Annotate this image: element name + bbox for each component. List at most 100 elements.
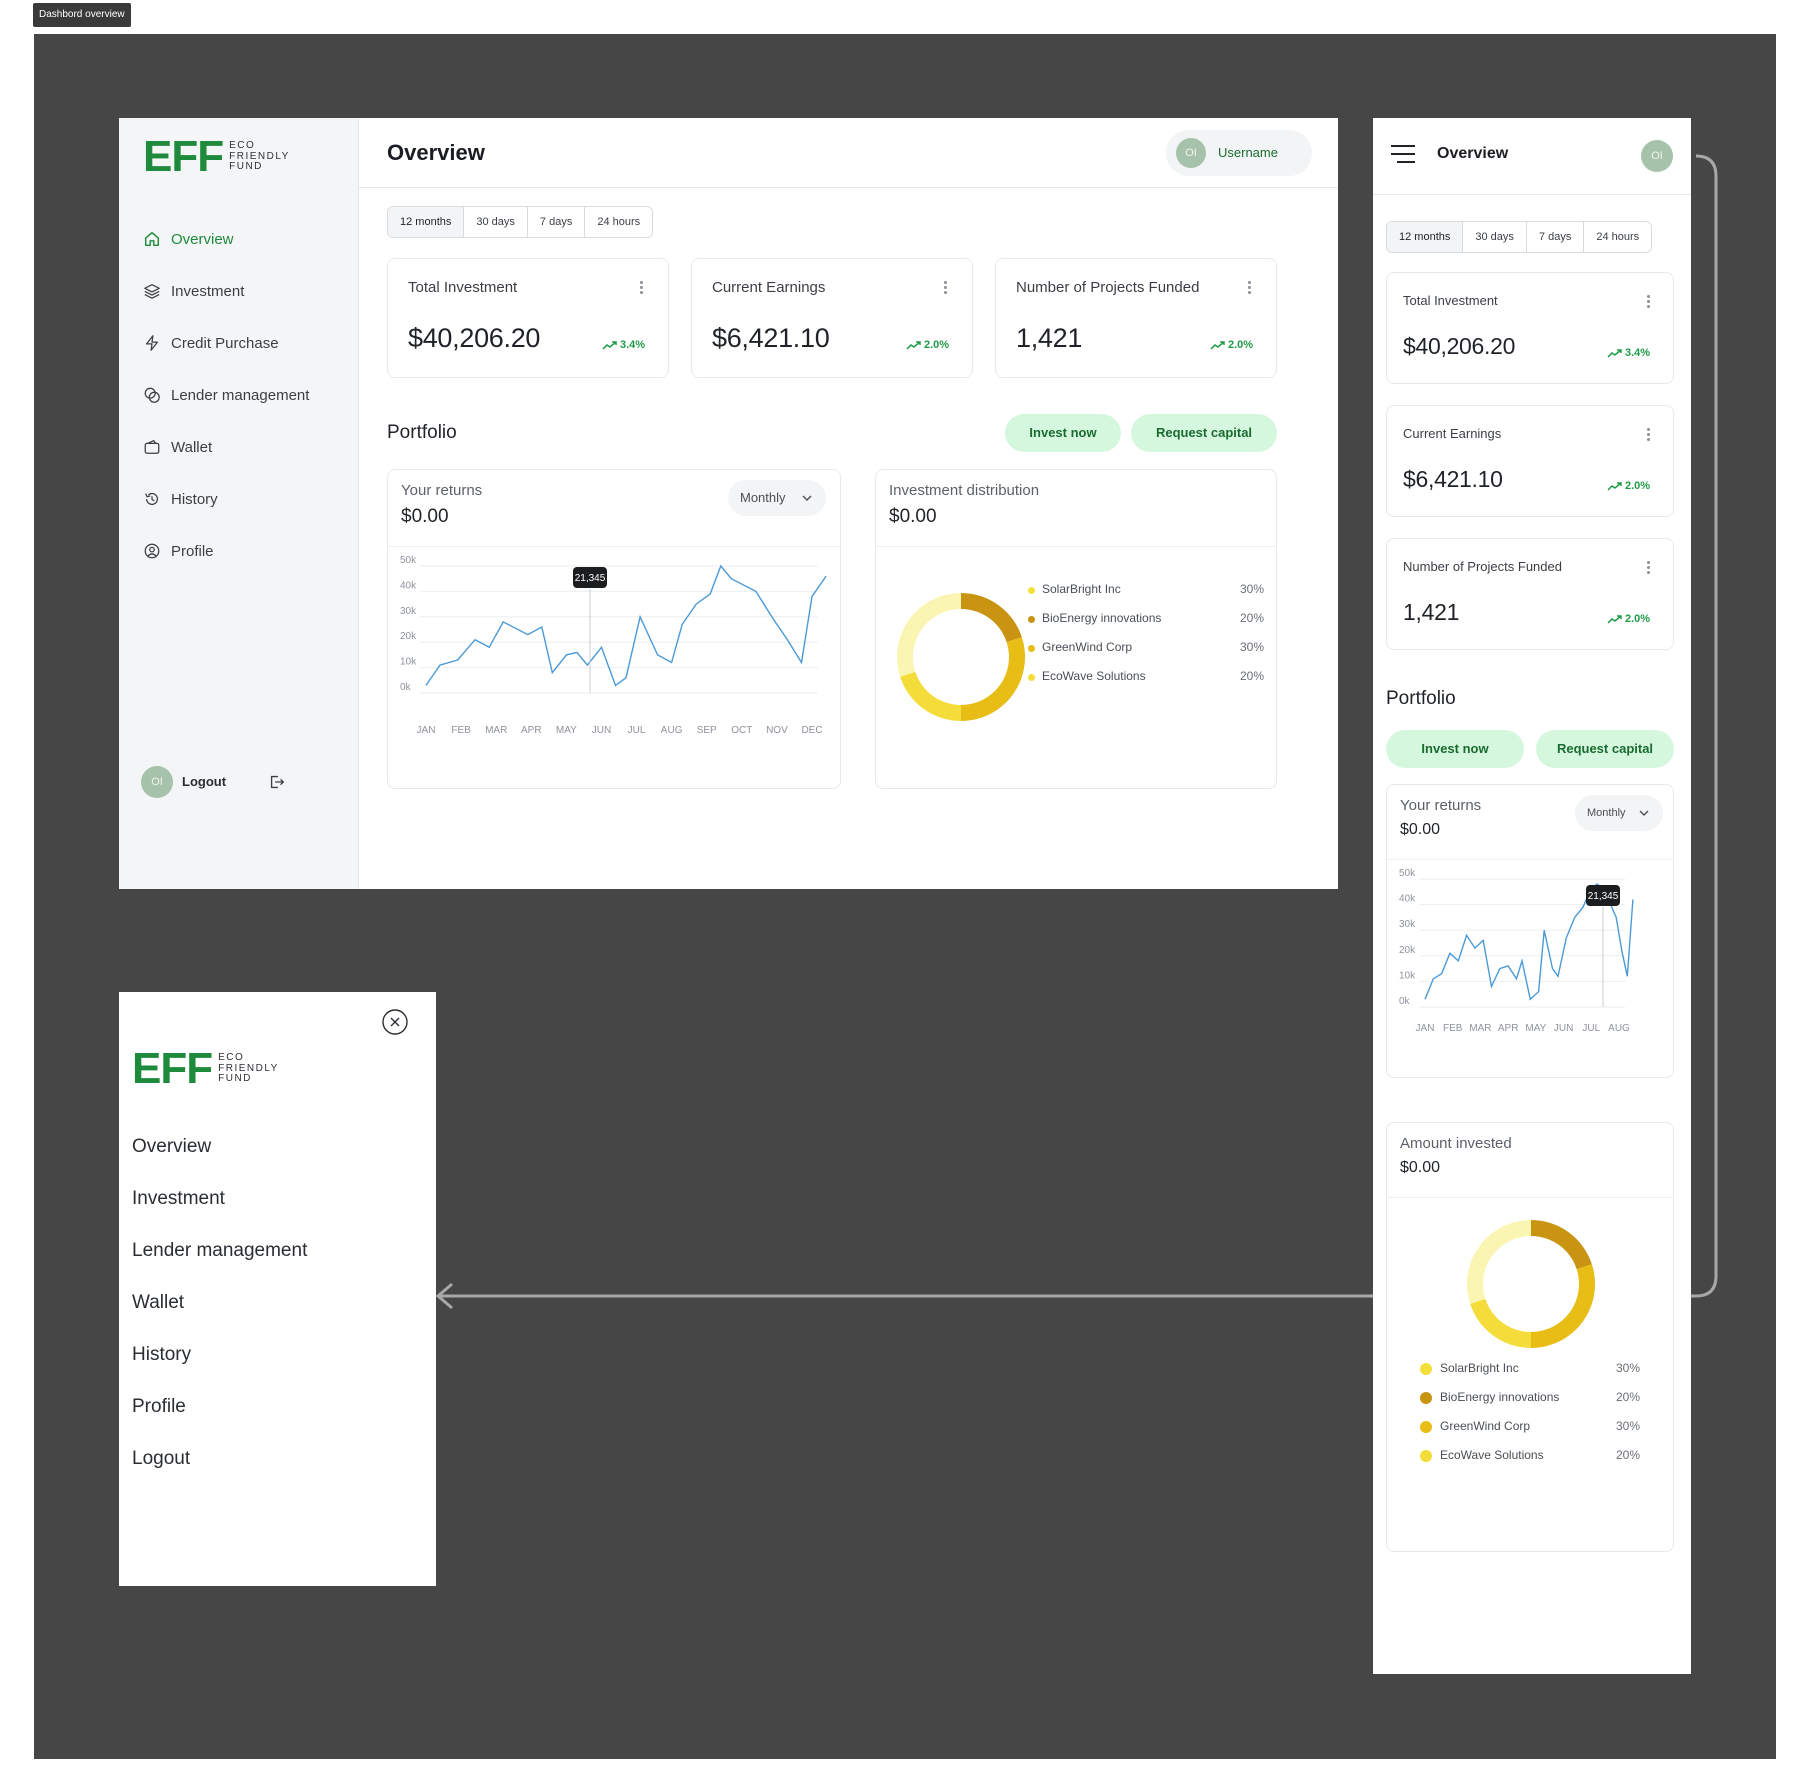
sidebar-item-credit-purchase[interactable]: Credit Purchase: [143, 328, 279, 358]
brand-logo[interactable]: EFF ECO FRIENDLY FUND: [132, 1044, 279, 1094]
y-tick-label: 10k: [400, 657, 417, 668]
mobile-nav-drawer: EFF ECO FRIENDLY FUND Overview Investment …: [119, 992, 436, 1586]
stat-value: 1,421: [1016, 323, 1083, 353]
y-tick-label: 0k: [1399, 996, 1411, 1007]
returns-line-chart: 0k 10k 20k 30k 40k 50k JAN FEB MAR APR MAY JUN JUL AU…: [1399, 868, 1634, 1034]
y-tick-label: 10k: [1399, 970, 1416, 981]
drawer-item-logout[interactable]: Logout: [132, 1448, 190, 1470]
tab-30-days[interactable]: 30 days: [464, 207, 528, 237]
legend-percent: 20%: [1240, 669, 1265, 683]
close-icon[interactable]: [381, 1008, 409, 1036]
trend-up-icon: [1210, 341, 1225, 350]
tab-24-hours[interactable]: 24 hours: [585, 207, 652, 237]
more-options-icon[interactable]: [1248, 281, 1252, 296]
legend-percent: 30%: [1616, 1419, 1641, 1433]
drawer-item-investment[interactable]: Investment: [132, 1188, 225, 1210]
logout-link[interactable]: Logout: [182, 774, 226, 789]
more-options-icon[interactable]: [944, 281, 948, 296]
sidebar-item-history[interactable]: History: [143, 484, 218, 514]
request-capital-button[interactable]: Request capital: [1536, 730, 1674, 768]
sidebar-item-investment[interactable]: Investment: [143, 276, 244, 306]
sidebar-item-label: Lender management: [171, 386, 310, 404]
legend-item: SolarBright Inc 30%: [1028, 582, 1268, 600]
drawer-item-profile[interactable]: Profile: [132, 1396, 186, 1418]
legend-percent: 20%: [1240, 611, 1265, 625]
user-menu[interactable]: OI Username: [1166, 130, 1312, 176]
sidebar-item-label: Overview: [171, 230, 234, 248]
x-tick-label: MAY: [1525, 1023, 1546, 1034]
drawer-item-lender-management[interactable]: Lender management: [132, 1240, 307, 1262]
stat-value: $6,421.10: [1403, 466, 1503, 492]
stat-card-current-earnings: Current Earnings $6,421.10 2.0%: [691, 258, 973, 378]
tab-7-days[interactable]: 7 days: [528, 207, 586, 237]
stat-title: Current Earnings: [1403, 426, 1502, 441]
more-options-icon[interactable]: [1647, 428, 1651, 443]
sidebar-item-label: Investment: [171, 282, 245, 300]
legend-item: EcoWave Solutions 20%: [1028, 669, 1268, 687]
legend-swatch: [1028, 645, 1035, 652]
trend-up-icon: [1607, 349, 1622, 358]
sidebar-item-profile[interactable]: Profile: [143, 536, 214, 566]
brand-logo[interactable]: EFF ECO FRIENDLY FUND: [143, 132, 290, 182]
layers-icon: [144, 284, 160, 299]
tab-24-hours[interactable]: 24 hours: [1584, 222, 1651, 252]
hamburger-menu-icon[interactable]: [1389, 144, 1417, 164]
avatar: OI: [1176, 138, 1206, 168]
tab-12-months[interactable]: 12 months: [1387, 222, 1464, 252]
legend-label: GreenWind Corp: [1042, 640, 1133, 654]
drawer-item-wallet[interactable]: Wallet: [132, 1292, 184, 1314]
logout-icon[interactable]: [268, 773, 286, 791]
trend-up-icon: [1607, 615, 1622, 624]
x-tick-label: NOV: [766, 725, 788, 736]
sidebar-item-overview[interactable]: Overview: [143, 224, 234, 254]
returns-card: Your returns $0.00 Monthly 0k 10k 20k 30k 40…: [1386, 784, 1674, 1078]
x-tick-label: JUL: [1582, 1023, 1600, 1034]
distribution-donut-chart: [897, 593, 1025, 721]
sidebar-item-label: Profile: [171, 542, 214, 560]
home-icon: [144, 231, 160, 247]
user-avatar: OI: [141, 766, 173, 798]
period-select[interactable]: Monthly: [1575, 795, 1663, 831]
tab-7-days[interactable]: 7 days: [1527, 222, 1585, 252]
more-options-icon[interactable]: [640, 281, 644, 296]
y-tick-label: 20k: [1399, 945, 1416, 956]
stat-value: 1,421: [1403, 599, 1460, 625]
more-options-icon[interactable]: [1647, 561, 1651, 576]
tab-12-months[interactable]: 12 months: [388, 207, 465, 237]
legend-percent: 30%: [1240, 640, 1265, 654]
stat-card-total-investment: Total Investment $40,206.20 3.4%: [387, 258, 669, 378]
tab-30-days[interactable]: 30 days: [1463, 222, 1527, 252]
legend-percent: 20%: [1616, 1390, 1641, 1404]
x-tick-label: MAR: [485, 725, 507, 736]
legend-percent: 30%: [1616, 1361, 1641, 1375]
card-value: $0.00: [1400, 821, 1441, 838]
invest-now-button[interactable]: Invest now: [1005, 414, 1121, 452]
y-tick-label: 20k: [400, 631, 417, 642]
drawer-item-history[interactable]: History: [132, 1344, 191, 1366]
x-tick-label: FEB: [451, 725, 471, 736]
coins-icon: [144, 387, 160, 403]
stat-card-projects-funded: Number of Projects Funded 1,421 2.0%: [995, 258, 1277, 378]
drawer-item-overview[interactable]: Overview: [132, 1136, 211, 1158]
more-options-icon[interactable]: [1647, 295, 1651, 310]
invest-now-button[interactable]: Invest now: [1386, 730, 1524, 768]
stat-card-current-earnings: Current Earnings $6,421.10 2.0%: [1386, 405, 1674, 517]
request-capital-button[interactable]: Request capital: [1131, 414, 1277, 452]
period-select[interactable]: Monthly: [728, 480, 826, 516]
distribution-card: Investment distribution $0.00 SolarBrigh…: [875, 469, 1277, 789]
sidebar-item-lender-management[interactable]: Lender management: [143, 380, 309, 410]
wallet-icon: [144, 439, 160, 454]
stat-title: Total Investment: [1403, 293, 1498, 308]
stat-card-total-investment: Total Investment $40,206.20 3.4%: [1386, 272, 1674, 384]
x-tick-label: FEB: [1443, 1023, 1463, 1034]
brand-subtitle: ECO FRIENDLY FUND: [229, 140, 290, 173]
sidebar-item-wallet[interactable]: Wallet: [143, 432, 212, 462]
legend-item: EcoWave Solutions 20%: [1420, 1448, 1650, 1466]
y-tick-label: 50k: [1399, 868, 1416, 879]
user-circle-icon: [144, 543, 160, 559]
avatar[interactable]: OI: [1641, 140, 1673, 172]
x-tick-label: SEP: [697, 725, 717, 736]
legend-label: BioEnergy innovations: [1440, 1390, 1560, 1404]
chevron-down-icon: [1639, 810, 1649, 816]
donut-slice: [1531, 1264, 1595, 1348]
